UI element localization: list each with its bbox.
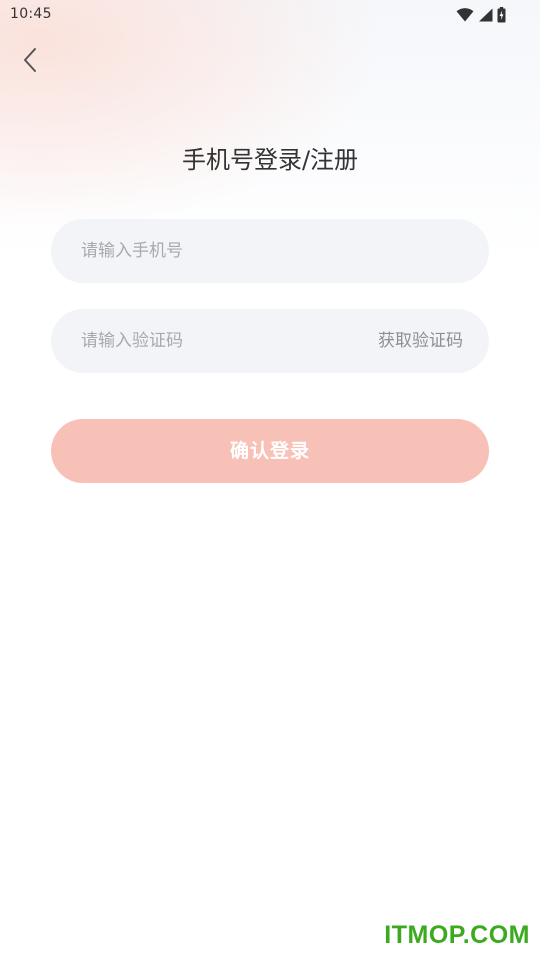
- verification-code-input[interactable]: [81, 309, 341, 373]
- code-input-container[interactable]: 获取验证码: [51, 309, 489, 373]
- confirm-login-button[interactable]: 确认登录: [51, 419, 489, 483]
- back-button[interactable]: [14, 46, 46, 78]
- cellular-signal-icon: [478, 8, 493, 22]
- get-code-button[interactable]: 获取验证码: [378, 309, 463, 373]
- page-title: 手机号登录/注册: [181, 146, 359, 174]
- battery-charging-icon: [497, 7, 506, 23]
- status-bar: 10:45: [0, 0, 540, 30]
- wifi-icon: [456, 8, 474, 22]
- status-icons: [456, 6, 506, 24]
- phone-input-container[interactable]: [51, 219, 489, 283]
- status-time: 10:45: [10, 6, 52, 22]
- chevron-left-icon: [22, 47, 38, 77]
- watermark-logo: ITMOP.COM: [384, 921, 530, 949]
- phone-input[interactable]: [81, 219, 461, 283]
